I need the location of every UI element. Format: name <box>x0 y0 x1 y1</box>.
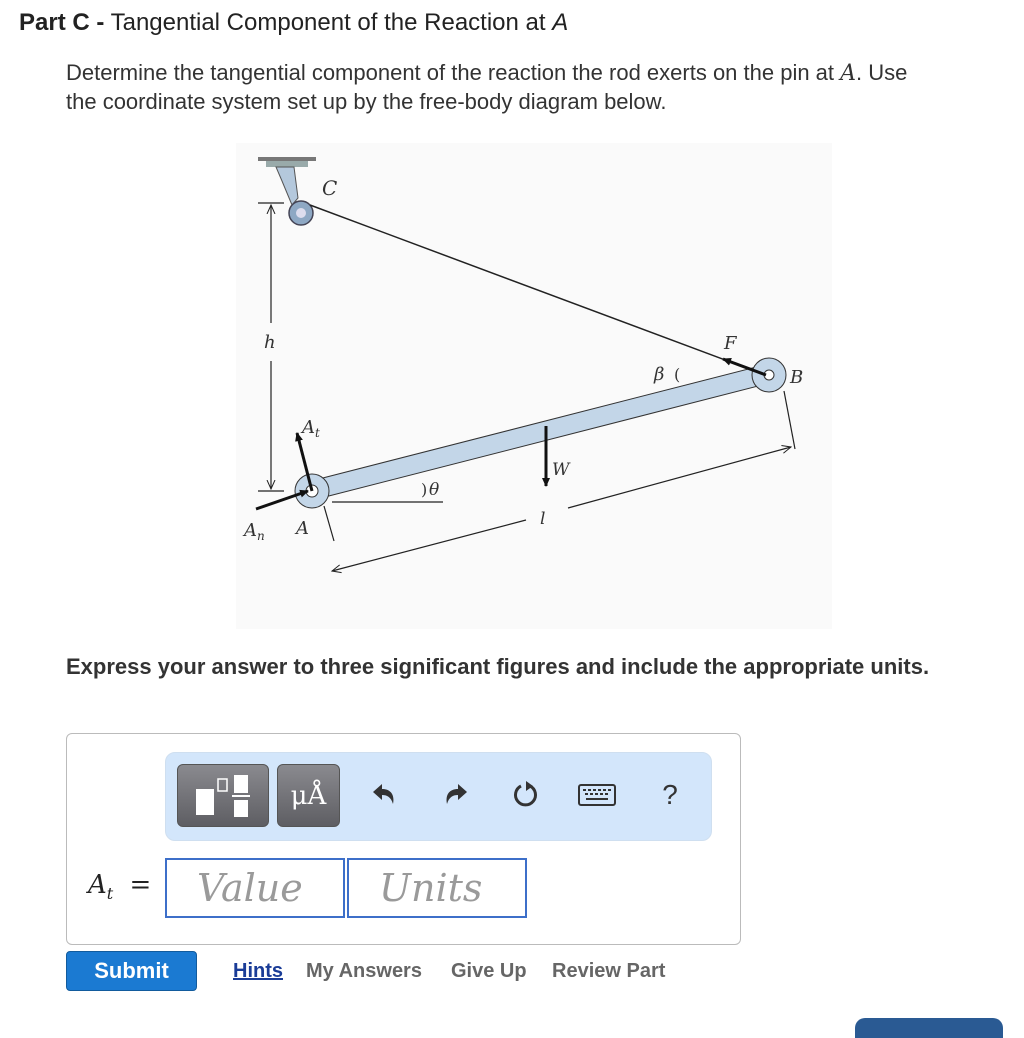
problem-prompt: Determine the tangential component of th… <box>66 59 1016 116</box>
dim-l-right <box>567 447 791 509</box>
label-c: C <box>322 176 337 200</box>
label-at: At <box>300 417 320 440</box>
hints-link[interactable]: Hints <box>233 960 283 983</box>
units-label: μÅ <box>290 780 327 811</box>
label-l: l <box>540 509 545 529</box>
units-button[interactable]: μÅ <box>277 764 340 827</box>
reset-icon <box>514 781 537 807</box>
beta-arc: ( <box>674 365 680 384</box>
dim-l-ext-a <box>323 505 335 542</box>
keyboard-icon <box>578 784 616 806</box>
prompt-text: . Use <box>856 60 908 85</box>
answer-var: A <box>88 870 107 900</box>
undo-button[interactable] <box>364 775 404 815</box>
answer-instructions: Express your answer to three significant… <box>66 654 930 679</box>
value-input[interactable] <box>165 858 345 918</box>
dim-l-ext-b <box>783 390 796 450</box>
ceiling-support <box>258 157 316 226</box>
keyboard-button[interactable] <box>574 775 620 815</box>
dim-l-left <box>332 519 527 571</box>
equals-sign: = <box>129 870 152 900</box>
help-button[interactable]: ? <box>650 775 690 815</box>
prompt-var: A <box>840 61 857 86</box>
review-part-link[interactable]: Review Part <box>552 960 665 983</box>
label-f: F <box>723 333 738 354</box>
part-title: Part C - Tangential Component of the Rea… <box>19 9 568 37</box>
label-w: W <box>552 460 571 480</box>
answer-variable-label: At = <box>88 870 151 903</box>
label-theta: θ <box>429 480 439 500</box>
rod-ab <box>294 357 787 509</box>
part-label: Part C - <box>19 9 105 36</box>
redo-icon <box>446 784 467 804</box>
submit-button[interactable]: Submit <box>66 951 197 991</box>
my-answers-link[interactable]: My Answers <box>306 960 422 983</box>
undo-icon <box>373 784 394 804</box>
prompt-text: the coordinate system set up by the free… <box>66 89 667 114</box>
continue-button[interactable] <box>855 1018 1003 1038</box>
help-icon: ? <box>662 779 678 810</box>
answer-var-sub: t <box>106 884 114 904</box>
templates-icon <box>196 774 250 817</box>
prompt-text: Determine the tangential component of th… <box>66 60 841 85</box>
units-input[interactable] <box>347 858 527 918</box>
label-beta: β <box>653 364 664 385</box>
redo-button[interactable] <box>436 775 476 815</box>
label-h: h <box>264 332 276 353</box>
reset-button[interactable] <box>506 775 546 815</box>
theta-arc: ) <box>421 480 427 499</box>
label-a: A <box>294 518 309 539</box>
free-body-diagram: C h B F β ( At An A ) θ W l <box>236 143 832 629</box>
templates-button[interactable] <box>177 764 269 827</box>
give-up-link[interactable]: Give Up <box>451 960 527 983</box>
part-title-text: Tangential Component of the Reaction at <box>110 9 546 36</box>
diagram-svg: C h B F β ( At An A ) θ W l <box>242 157 803 629</box>
label-an: An <box>242 520 265 543</box>
label-b: B <box>789 367 803 388</box>
cable-cb <box>309 204 769 377</box>
math-toolbar: μÅ ? <box>165 752 712 841</box>
part-title-var: A <box>552 9 569 36</box>
